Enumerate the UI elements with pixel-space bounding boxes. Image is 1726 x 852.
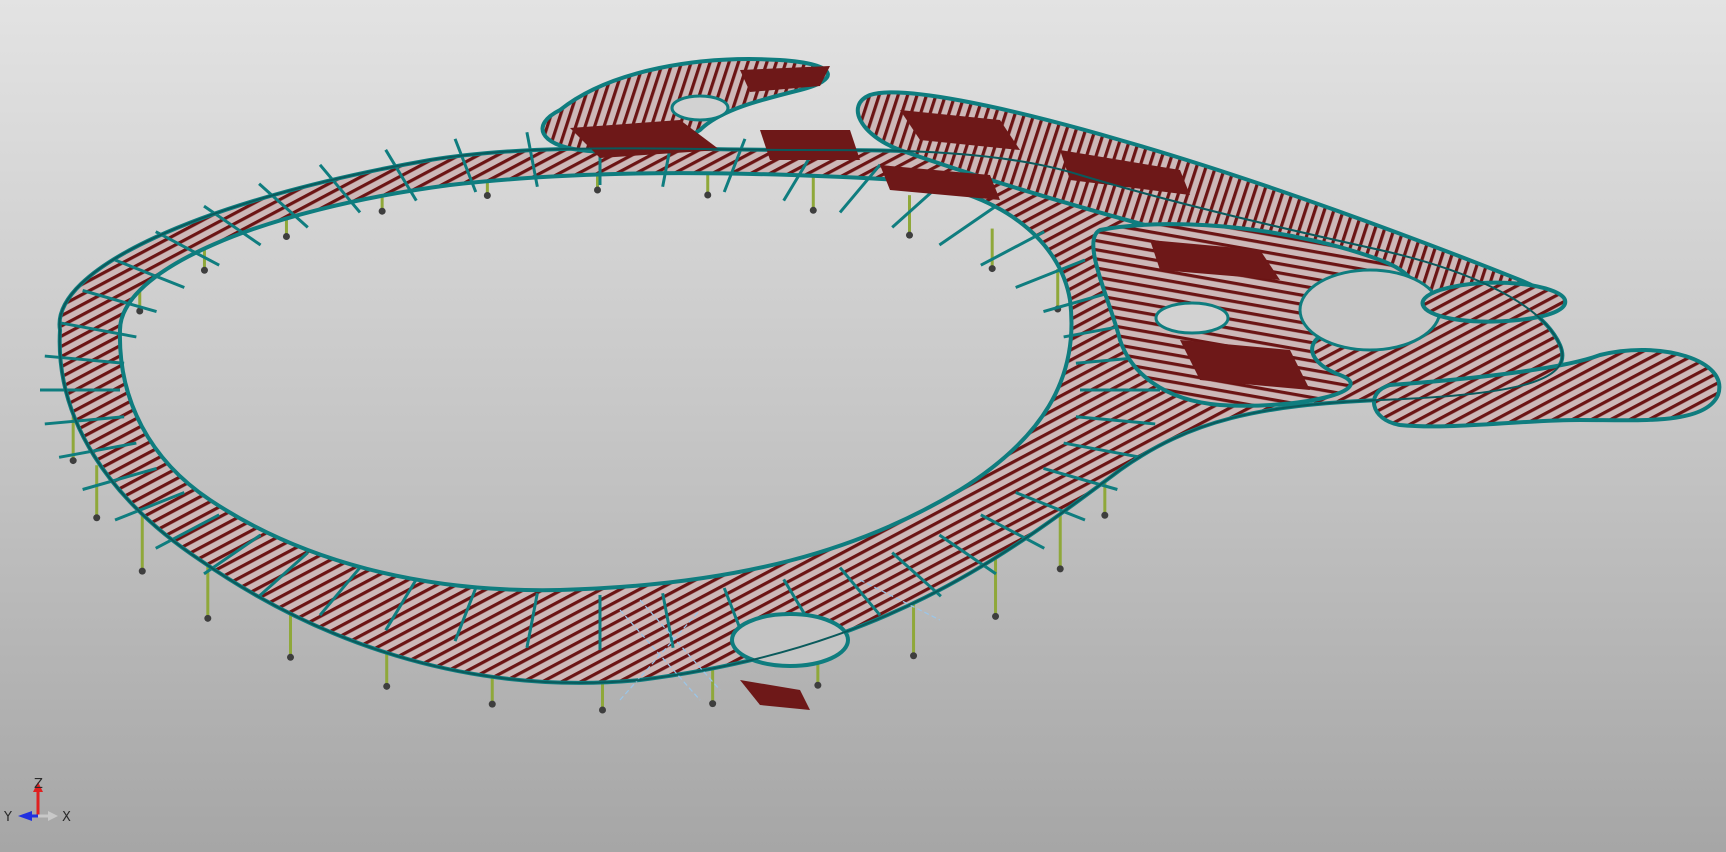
- 3d-viewport[interactable]: Z Y X: [0, 0, 1726, 852]
- footing: [488, 700, 496, 708]
- radial-beam: [938, 204, 997, 247]
- footing: [709, 700, 717, 708]
- bottom-opening: [730, 612, 850, 668]
- footing: [378, 207, 386, 215]
- footing: [204, 614, 212, 622]
- bottom-panel: [740, 680, 810, 710]
- structural-model[interactable]: [0, 0, 1726, 852]
- footing: [483, 191, 491, 199]
- footing: [383, 682, 391, 690]
- z-axis-label: Z: [34, 778, 43, 792]
- footing: [200, 266, 208, 274]
- ring-beam-group: [40, 130, 1160, 650]
- footing: [593, 186, 601, 194]
- footing: [1056, 565, 1064, 573]
- top-lobe-panel: [740, 66, 830, 92]
- right-large-opening: [1298, 268, 1442, 352]
- right-opening: [1154, 301, 1230, 335]
- x-axis-arrow: [48, 811, 58, 821]
- footing: [988, 265, 996, 273]
- footing: [910, 652, 918, 660]
- footing: [93, 514, 101, 522]
- footing: [138, 567, 146, 575]
- footing: [814, 681, 822, 689]
- footing: [599, 706, 607, 714]
- footing: [282, 233, 290, 241]
- center-panel: [760, 130, 860, 160]
- axis-triad: Z Y X: [3, 778, 71, 825]
- footing: [1101, 511, 1109, 519]
- top-lobe-opening: [670, 94, 730, 122]
- footing: [287, 653, 295, 661]
- radial-beam: [980, 230, 1045, 267]
- footing: [992, 612, 1000, 620]
- footing: [809, 206, 817, 214]
- footing: [905, 231, 913, 239]
- footing: [704, 191, 712, 199]
- footing: [69, 457, 77, 465]
- y-axis-label: Y: [3, 810, 12, 825]
- x-axis-label: X: [62, 810, 71, 825]
